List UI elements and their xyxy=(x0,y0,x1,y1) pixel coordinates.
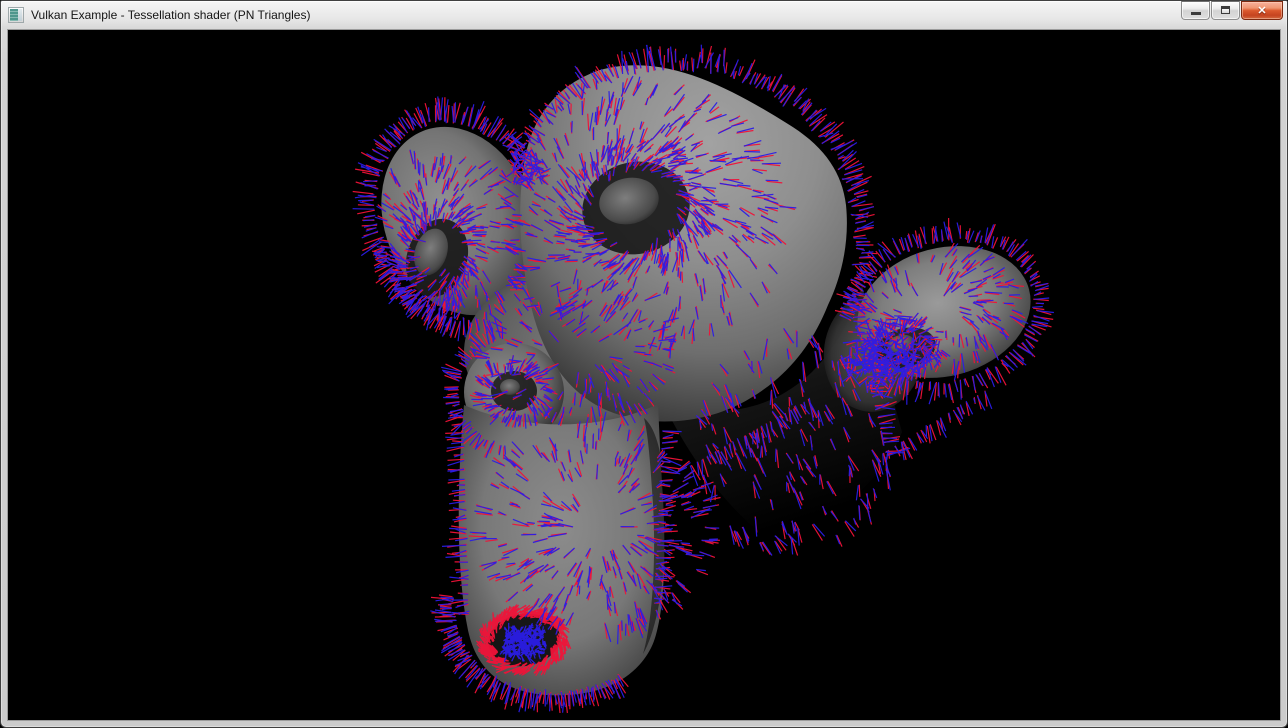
app-icon[interactable] xyxy=(8,7,24,23)
window-controls: ✕ xyxy=(1181,1,1283,20)
app-icon-content xyxy=(10,9,18,21)
maximize-button[interactable] xyxy=(1211,1,1240,20)
title-bar[interactable]: Vulkan Example - Tessellation shader (PN… xyxy=(1,1,1287,29)
maximize-icon xyxy=(1221,6,1230,14)
close-button[interactable]: ✕ xyxy=(1241,1,1283,20)
render-viewport xyxy=(7,29,1281,721)
window-title: Vulkan Example - Tessellation shader (PN… xyxy=(29,8,310,22)
minimize-icon xyxy=(1191,12,1201,15)
minimize-button[interactable] xyxy=(1181,1,1210,20)
close-icon: ✕ xyxy=(1257,5,1266,17)
render-canvas[interactable] xyxy=(8,30,1280,720)
app-window: Vulkan Example - Tessellation shader (PN… xyxy=(0,0,1288,728)
